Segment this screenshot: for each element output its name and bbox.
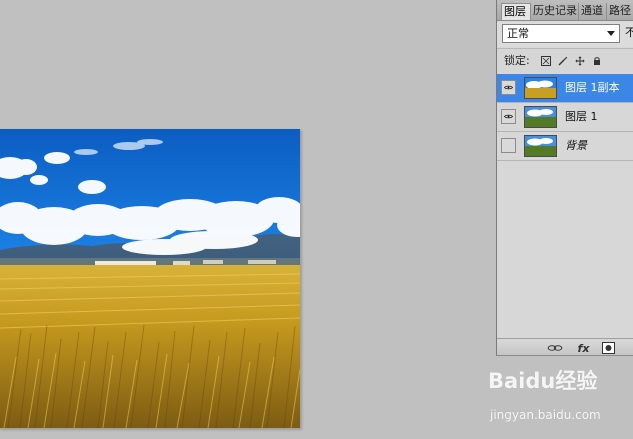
layer-thumbnail	[524, 106, 557, 128]
baidu-watermark: Baidu经验 jingyan.baidu.com	[488, 369, 628, 427]
blend-row: 正常 不	[497, 22, 633, 47]
watermark-brand: Baidu经验	[488, 369, 598, 393]
tab-layers[interactable]: 图层	[501, 3, 531, 20]
watermark-url: jingyan.baidu.com	[490, 408, 601, 422]
all-lock-icon[interactable]	[592, 56, 602, 66]
layers-panel: 图层 历史记录 通道 路径 正常 不 锁定:	[496, 0, 633, 356]
eye-icon	[504, 85, 513, 90]
layers-list: 图层 1副本 图层 1 背景	[497, 74, 633, 338]
tab-channels[interactable]: 通道	[579, 3, 607, 20]
transparent-lock-icon[interactable]	[541, 56, 551, 66]
visibility-toggle[interactable]	[501, 80, 516, 95]
rice-field-thumbnail-color	[525, 78, 556, 98]
visibility-toggle[interactable]	[501, 109, 516, 124]
lock-label: 锁定:	[504, 54, 530, 67]
blend-mode-value: 正常	[507, 27, 529, 40]
workspace: 图层 历史记录 通道 路径 正常 不 锁定:	[0, 0, 633, 439]
layer-name: 图层 1	[565, 110, 598, 123]
visibility-toggle[interactable]	[501, 138, 516, 153]
opacity-label-truncated: 不	[625, 26, 633, 40]
tab-paths[interactable]: 路径	[607, 3, 633, 20]
layer-row-copy[interactable]: 图层 1副本	[497, 74, 633, 103]
mask-icon[interactable]	[602, 341, 615, 355]
layer-row-1[interactable]: 图层 1	[497, 103, 633, 132]
blend-mode-select[interactable]: 正常	[502, 24, 620, 43]
chevron-down-icon	[607, 31, 615, 36]
move-lock-icon[interactable]	[575, 56, 585, 66]
fx-icon[interactable]: fx	[575, 341, 592, 355]
paint-lock-icon[interactable]	[558, 56, 568, 66]
layer-name: 背景	[565, 139, 587, 152]
panel-tabbar: 图层 历史记录 通道 路径	[497, 0, 633, 21]
eye-icon	[504, 114, 513, 119]
layer-name: 图层 1副本	[565, 81, 620, 94]
lock-row: 锁定:	[497, 48, 633, 73]
layer-thumbnail	[524, 135, 557, 157]
rice-field-thumbnail-green	[525, 136, 556, 156]
document-canvas[interactable]	[0, 129, 300, 428]
layer-thumbnail	[524, 77, 557, 99]
link-layers-icon[interactable]	[547, 341, 563, 355]
tab-history[interactable]: 历史记录	[531, 3, 579, 20]
rice-field-thumbnail-green	[525, 107, 556, 127]
panel-bottom-bar: fx	[497, 338, 633, 355]
layer-row-background[interactable]: 背景	[497, 132, 633, 161]
